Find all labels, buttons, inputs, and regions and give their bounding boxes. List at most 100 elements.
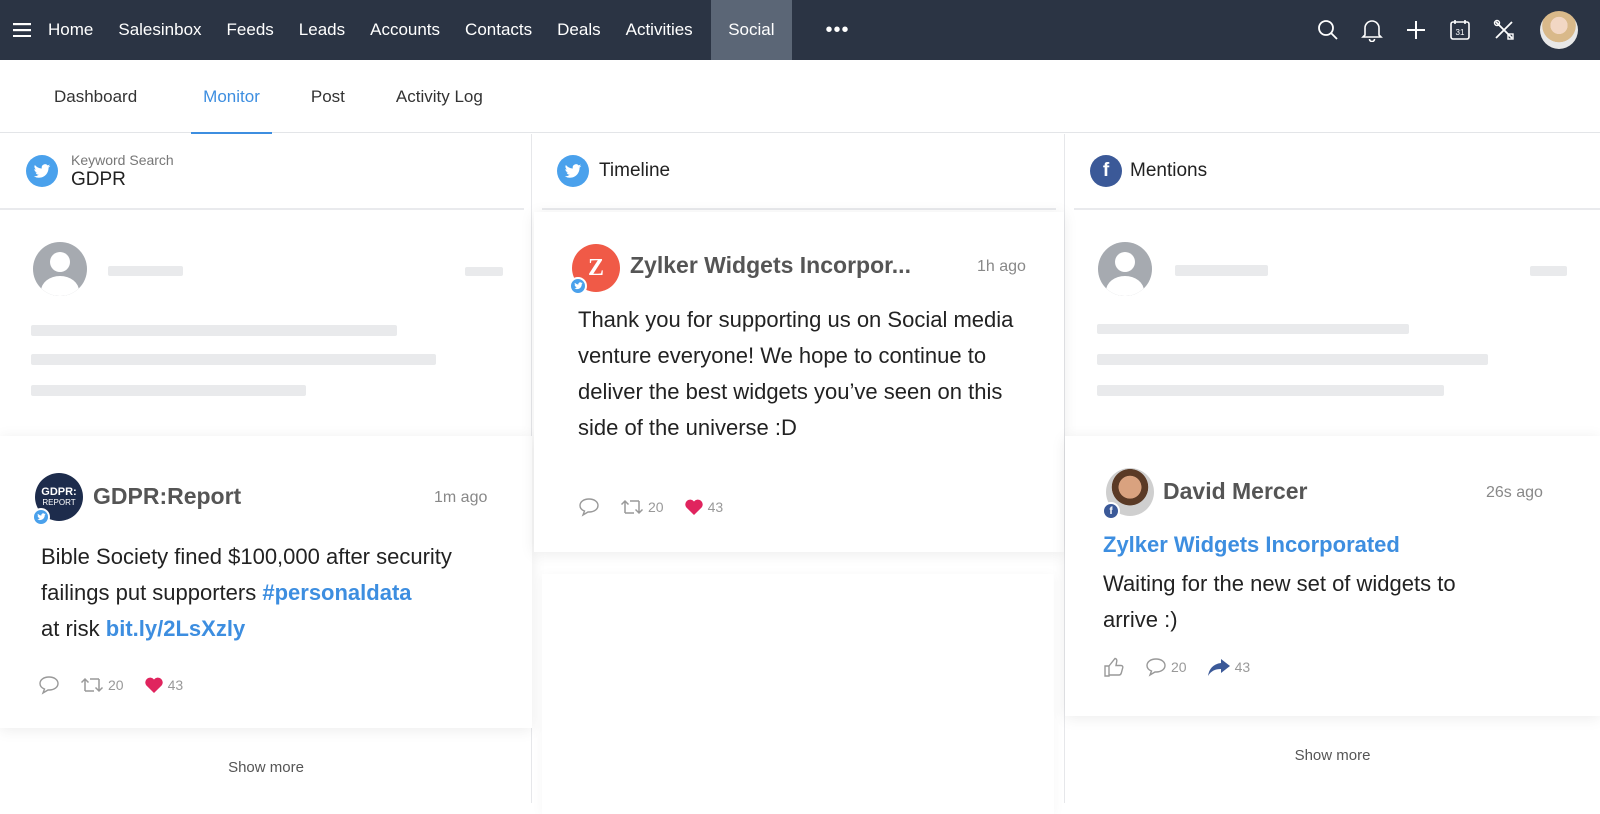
comment-button[interactable]: 20 xyxy=(1145,657,1187,677)
user-avatar[interactable] xyxy=(1540,11,1578,49)
comment-icon xyxy=(579,498,599,517)
retweet-count: 20 xyxy=(648,499,664,515)
bell-icon[interactable] xyxy=(1350,0,1394,60)
share-button[interactable]: 43 xyxy=(1207,657,1251,677)
skeleton-line xyxy=(465,267,503,276)
post-card-placeholder xyxy=(542,574,1054,814)
menu-icon[interactable] xyxy=(0,0,44,60)
show-more-link[interactable]: Show more xyxy=(0,759,532,776)
skeleton-line xyxy=(1530,266,1567,276)
post-card[interactable]: GDPR: REPORT GDPR:Report 1m ago Bible So… xyxy=(0,436,532,728)
skeleton-line xyxy=(31,325,397,336)
post-text: Bible Society fined $100,000 after secur… xyxy=(41,539,516,647)
twitter-icon xyxy=(557,155,589,187)
like-button[interactable] xyxy=(1103,657,1125,677)
comment-count: 20 xyxy=(1171,659,1187,675)
comment-icon xyxy=(1146,658,1166,677)
facebook-icon: f xyxy=(1090,155,1122,187)
calendar-day: 31 xyxy=(1456,28,1465,37)
avatar-text: GDPR: xyxy=(41,486,77,498)
retweet-icon xyxy=(620,499,644,515)
column-title: Timeline xyxy=(599,160,671,181)
column-header: Timeline xyxy=(542,134,1056,210)
post-time: 26s ago xyxy=(1486,484,1543,501)
share-count: 43 xyxy=(1234,659,1251,675)
post-actions: 20 43 xyxy=(578,497,737,517)
heart-icon xyxy=(144,677,163,693)
skeleton-line xyxy=(1097,354,1488,365)
nav-home[interactable]: Home xyxy=(44,0,106,60)
twitter-badge-icon xyxy=(569,277,587,295)
nav-contacts[interactable]: Contacts xyxy=(453,0,545,60)
post-actions: 20 43 xyxy=(1103,657,1264,677)
mentioned-page-link[interactable]: Zylker Widgets Incorporated xyxy=(1103,532,1400,558)
like-count: 43 xyxy=(167,677,184,693)
reply-button[interactable] xyxy=(578,497,600,517)
search-icon[interactable] xyxy=(1306,0,1350,60)
nav-social[interactable]: Social xyxy=(711,0,792,60)
nav-more-button[interactable]: ••• xyxy=(792,0,884,60)
nav-accounts[interactable]: Accounts xyxy=(358,0,453,60)
url-link[interactable]: bit.ly/2LsXzly xyxy=(106,616,245,641)
mentions-column: f Mentions f David Mercer 26s ago Zylker… xyxy=(1065,134,1600,803)
nav-deals[interactable]: Deals xyxy=(545,0,613,60)
skeleton-line xyxy=(1097,324,1409,334)
skeleton-line xyxy=(1097,385,1444,396)
placeholder-avatar xyxy=(33,242,87,296)
heart-icon xyxy=(684,499,703,515)
comment-icon xyxy=(39,676,59,695)
post-author[interactable]: GDPR:Report xyxy=(93,483,241,510)
tab-post[interactable]: Post xyxy=(311,60,345,133)
share-icon xyxy=(1207,659,1230,676)
retweet-icon xyxy=(80,677,104,693)
show-more-link[interactable]: Show more xyxy=(1065,747,1600,764)
column-title: Mentions xyxy=(1130,160,1208,181)
nav-feeds[interactable]: Feeds xyxy=(214,0,286,60)
post-card[interactable]: Z Zylker Widgets Incorpor... 1h ago Than… xyxy=(534,212,1064,552)
tab-activity-log[interactable]: Activity Log xyxy=(396,60,483,133)
retweet-button[interactable]: 20 xyxy=(80,675,124,695)
post-text: Thank you for supporting us on Social me… xyxy=(578,307,1014,440)
skeleton-line xyxy=(1175,265,1268,276)
post-time: 1h ago xyxy=(977,258,1026,275)
column-label: Keyword Search xyxy=(71,151,174,168)
skeleton-line xyxy=(31,354,436,365)
twitter-icon xyxy=(26,155,58,187)
keyword-search-column: Keyword Search GDPR GDPR: REPORT GDPR:Re… xyxy=(0,134,532,803)
avatar-text: REPORT xyxy=(42,498,76,507)
nav-leads[interactable]: Leads xyxy=(286,0,357,60)
post-actions: 20 43 xyxy=(38,675,197,695)
like-button[interactable]: 43 xyxy=(144,676,184,694)
placeholder-avatar xyxy=(1098,242,1152,296)
post-text: Waiting for the new set of widgets to ar… xyxy=(1103,571,1456,632)
hashtag-link[interactable]: #personaldata xyxy=(262,580,411,605)
calendar-icon[interactable]: 31 xyxy=(1438,0,1482,60)
top-navbar: Home Salesinbox Feeds Leads Accounts Con… xyxy=(0,0,1600,60)
timeline-column: Timeline Z Zylker Widgets Incorpor... 1h… xyxy=(532,134,1065,814)
post-author[interactable]: Zylker Widgets Incorpor... xyxy=(630,252,911,279)
reply-button[interactable] xyxy=(38,675,60,695)
twitter-badge-icon xyxy=(32,508,50,526)
skeleton-line xyxy=(108,266,183,276)
social-subtabs: Dashboard Monitor Post Activity Log xyxy=(0,60,1600,134)
column-header: Keyword Search GDPR xyxy=(0,134,524,210)
tab-dashboard[interactable]: Dashboard xyxy=(54,60,137,133)
nav-salesinbox[interactable]: Salesinbox xyxy=(106,0,214,60)
thumbs-up-icon xyxy=(1104,657,1124,677)
column-title: GDPR xyxy=(71,168,126,190)
like-button[interactable]: 43 xyxy=(684,498,724,516)
tools-icon[interactable] xyxy=(1482,0,1526,60)
column-header: f Mentions xyxy=(1074,134,1600,210)
like-count: 43 xyxy=(707,499,724,515)
tab-monitor[interactable]: Monitor xyxy=(191,60,272,134)
post-text-part: at risk xyxy=(41,616,106,641)
post-card[interactable]: f David Mercer 26s ago Zylker Widgets In… xyxy=(1065,436,1600,716)
nav-activities[interactable]: Activities xyxy=(613,0,705,60)
retweet-button[interactable]: 20 xyxy=(620,497,664,517)
skeleton-line xyxy=(31,385,306,396)
retweet-count: 20 xyxy=(108,677,124,693)
add-icon[interactable] xyxy=(1394,0,1438,60)
post-author[interactable]: David Mercer xyxy=(1163,478,1307,505)
nav-actions: 31 xyxy=(1306,0,1600,60)
facebook-badge-icon: f xyxy=(1102,502,1120,520)
